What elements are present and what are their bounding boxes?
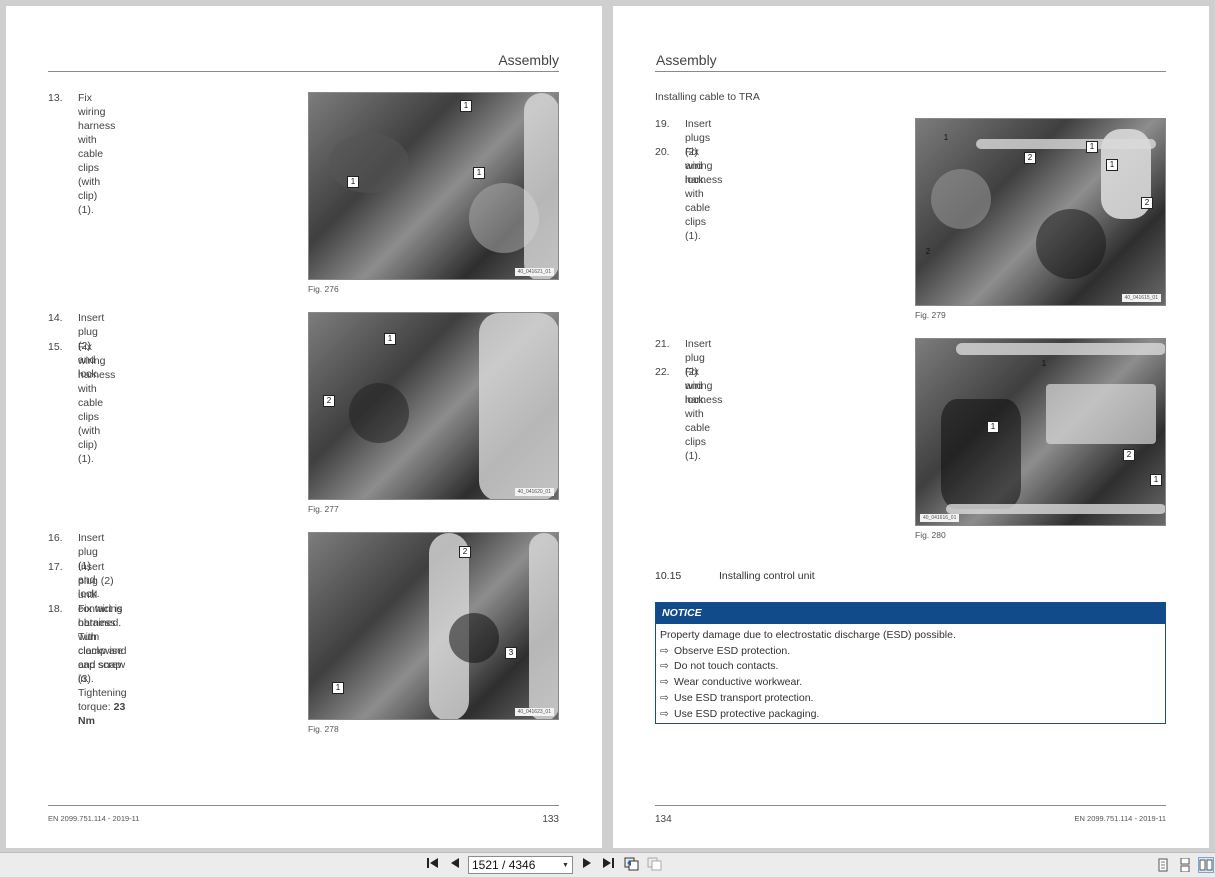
notice-item: ⇨ Wear conductive workwear. xyxy=(660,675,1161,691)
page-133: Assembly 13. Fix wiring harness with cab… xyxy=(6,6,602,848)
notice-intro: Property damage due to electrostatic dis… xyxy=(660,629,956,641)
notice-body: Property damage due to electrostatic dis… xyxy=(656,624,1165,726)
step-number: 20. xyxy=(655,146,670,158)
page-dropdown-caret-icon[interactable]: ▼ xyxy=(562,862,569,869)
callout-label: 2 xyxy=(1141,197,1153,209)
arrow-right-icon: ⇨ xyxy=(660,660,669,673)
callout-label: 1 xyxy=(1086,141,1098,153)
callout-label: 1 xyxy=(473,167,485,179)
callout-label: 2 xyxy=(1123,449,1135,461)
figure-code: 40_041616_01 xyxy=(920,514,960,522)
step-text: Fix wiring harness with cable clips (1). xyxy=(685,146,723,242)
figure-caption: Fig. 277 xyxy=(308,504,339,514)
step-number: 22. xyxy=(655,366,670,378)
step-number: 18. xyxy=(48,603,63,615)
callout-label: 1 xyxy=(1150,474,1162,486)
callout-label: 2 xyxy=(925,247,931,256)
header-divider xyxy=(655,71,1166,72)
go-back-view-icon[interactable] xyxy=(623,857,639,874)
callout-label: 2 xyxy=(459,546,471,558)
figure-code: 40_041621_01 xyxy=(514,268,554,276)
callout-label: 1 xyxy=(384,333,396,345)
single-page-icon[interactable] xyxy=(1155,857,1171,873)
figure-280-photo: 1 1 2 1 40_041616_01 xyxy=(915,338,1166,526)
arrow-right-icon: ⇨ xyxy=(660,691,669,704)
navigation-toolbar: ▼ xyxy=(0,852,1215,877)
page-number: 134 xyxy=(655,814,672,825)
figure-caption: Fig. 278 xyxy=(308,724,339,734)
document-viewer[interactable]: Assembly 13. Fix wiring harness with cab… xyxy=(0,0,1215,852)
arrow-right-icon: ⇨ xyxy=(660,644,669,657)
notice-box: NOTICE Property damage due to electrosta… xyxy=(655,602,1166,724)
callout-label: 1 xyxy=(332,682,344,694)
page-header-title: Assembly xyxy=(656,52,717,68)
figure-code: 40_041623_01 xyxy=(514,708,554,716)
page-134: Assembly Installing cable to TRA 19. Ins… xyxy=(613,6,1209,848)
last-page-icon[interactable] xyxy=(600,857,616,874)
step-text: Fix wiring harness with cable clips (wit… xyxy=(78,92,116,216)
step-number: 16. xyxy=(48,532,63,544)
arrow-right-icon: ⇨ xyxy=(660,676,669,689)
figure-279-photo: 2 1 1 2 1 2 40_041615_01 xyxy=(915,118,1166,306)
step-number: 17. xyxy=(48,561,63,573)
step-text: Fix wiring harness with cable clips (1). xyxy=(685,366,723,462)
step-number: 15. xyxy=(48,341,63,353)
callout-label: 1 xyxy=(1041,359,1047,368)
subsection-heading: Installing cable to TRA xyxy=(655,91,760,103)
notice-title: NOTICE xyxy=(656,603,1165,624)
go-forward-view-icon[interactable] xyxy=(646,857,662,874)
footer-divider xyxy=(48,805,559,806)
footer-document-id: EN 2099.751.114 - 2019-11 xyxy=(48,814,140,823)
figure-277-photo: 1 2 40_041620_01 xyxy=(308,312,559,500)
page-number-input[interactable] xyxy=(468,856,573,874)
section-number: 10.15 xyxy=(655,570,682,582)
figure-276-photo: 1 1 1 40_041621_01 xyxy=(308,92,559,280)
callout-label: 1 xyxy=(1106,159,1118,171)
next-page-icon[interactable] xyxy=(580,857,594,874)
figure-caption: Fig. 276 xyxy=(308,284,339,294)
figure-278-photo: 2 3 1 40_041623_01 xyxy=(308,532,559,720)
figure-caption: Fig. 280 xyxy=(915,530,946,540)
notice-item: ⇨ Use ESD transport protection. xyxy=(660,691,1161,707)
continuous-page-icon[interactable] xyxy=(1177,857,1193,873)
step-text: Fix wiring harness with cable clips (wit… xyxy=(78,341,116,465)
footer-document-id: EN 2099.751.114 - 2019-11 xyxy=(1074,814,1166,823)
two-page-icon[interactable] xyxy=(1198,857,1214,873)
callout-label: 1 xyxy=(460,100,472,112)
header-divider xyxy=(48,71,559,72)
notice-item: ⇨ Do not touch contacts. xyxy=(660,659,1161,675)
figure-code: 40_041620_01 xyxy=(514,488,554,496)
step-number: 19. xyxy=(655,118,670,130)
prev-page-icon[interactable] xyxy=(448,857,462,874)
callout-label: 1 xyxy=(347,176,359,188)
page-number: 133 xyxy=(542,814,559,825)
footer-divider xyxy=(655,805,1166,806)
callout-label: 2 xyxy=(1024,152,1036,164)
notice-item: ⇨ Use ESD protective packaging. xyxy=(660,707,1161,723)
step-text: Fix wiring harness with clamp and cap sc… xyxy=(78,603,127,727)
section-title: Installing control unit xyxy=(719,570,815,582)
page-header-title: Assembly xyxy=(498,52,559,68)
callout-label: 3 xyxy=(505,647,517,659)
callout-label: 1 xyxy=(943,133,949,142)
figure-caption: Fig. 279 xyxy=(915,310,946,320)
callout-label: 2 xyxy=(323,395,335,407)
step-number: 13. xyxy=(48,92,63,104)
callout-label: 1 xyxy=(987,421,999,433)
step-number: 14. xyxy=(48,312,63,324)
figure-code: 40_041615_01 xyxy=(1121,294,1161,302)
arrow-right-icon: ⇨ xyxy=(660,707,669,720)
first-page-icon[interactable] xyxy=(425,857,441,874)
notice-item: ⇨ Observe ESD protection. xyxy=(660,644,1161,660)
step-number: 21. xyxy=(655,338,670,350)
